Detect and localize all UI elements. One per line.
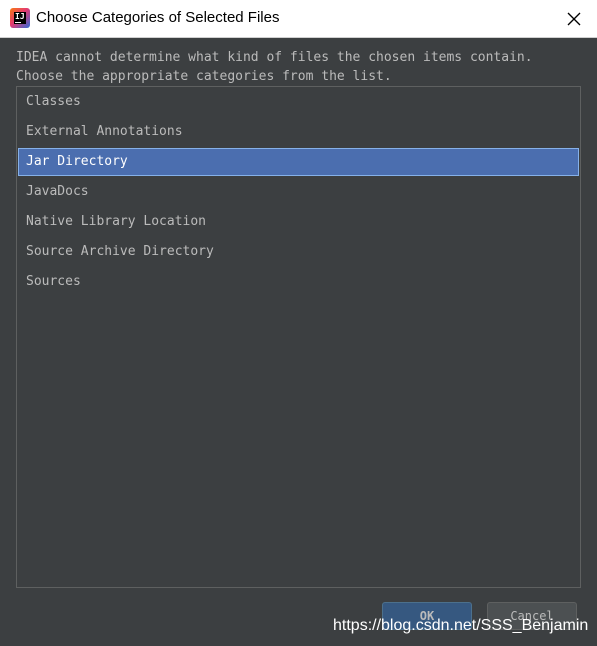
title-bar[interactable]: IJ Choose Categories of Selected Files <box>0 0 597 38</box>
list-item-external-annotations[interactable]: External Annotations <box>18 118 579 146</box>
close-button[interactable] <box>551 0 597 37</box>
message-line-1: IDEA cannot determine what kind of files… <box>16 50 533 65</box>
list-item-source-archive-directory[interactable]: Source Archive Directory <box>18 238 579 266</box>
list-item-classes[interactable]: Classes <box>18 88 579 116</box>
dialog-title: Choose Categories of Selected Files <box>36 9 280 26</box>
choose-categories-dialog: IJ Choose Categories of Selected Files I… <box>0 0 597 646</box>
list-item-jar-directory[interactable]: Jar Directory <box>18 148 579 176</box>
intellij-idea-icon: IJ <box>10 8 30 28</box>
categories-list[interactable]: Classes External Annotations Jar Directo… <box>16 86 581 588</box>
description-message: IDEA cannot determine what kind of files… <box>16 48 533 86</box>
close-icon <box>567 12 581 26</box>
message-line-2: Choose the appropriate categories from t… <box>16 69 392 84</box>
list-item-sources[interactable]: Sources <box>18 268 579 296</box>
watermark-text: https://blog.csdn.net/SSS_Benjamin <box>333 617 589 634</box>
list-item-native-library-location[interactable]: Native Library Location <box>18 208 579 236</box>
list-item-javadocs[interactable]: JavaDocs <box>18 178 579 206</box>
